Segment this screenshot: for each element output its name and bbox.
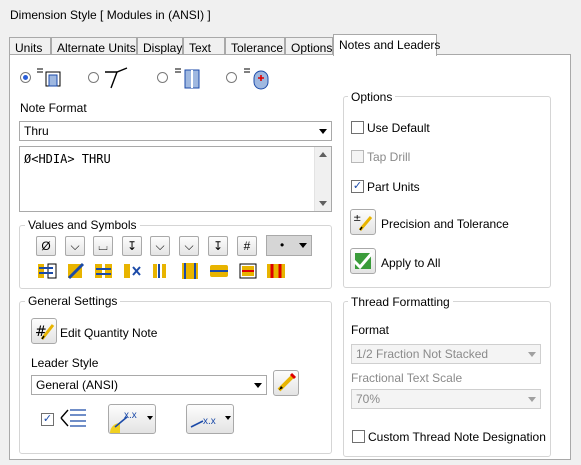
tab-options[interactable]: Options xyxy=(285,37,333,55)
edit-quantity-note-label: Edit Quantity Note xyxy=(60,326,158,340)
part-units-label: Part Units xyxy=(367,180,420,194)
use-default-checkbox[interactable] xyxy=(351,121,364,134)
value-icon-2[interactable] xyxy=(65,260,87,282)
arrowhead-style-button-2[interactable]: x.x xyxy=(186,404,234,434)
radio-hole-section[interactable] xyxy=(157,72,168,83)
note-format-text[interactable]: Ø<HDIA> THRU xyxy=(19,146,332,212)
edit-note-icon: # xyxy=(35,324,55,340)
value-icon-1[interactable] xyxy=(36,260,58,282)
symbol-dropdown[interactable]: • xyxy=(266,235,312,256)
hash-symbol-button[interactable]: # xyxy=(237,236,257,256)
arrowhead-label-2: x.x xyxy=(203,416,216,427)
note-format-value: Thru xyxy=(24,124,49,138)
svg-text:±: ± xyxy=(353,213,361,224)
leader-style-value: General (ANSI) xyxy=(36,378,119,392)
countersink-symbol-button[interactable]: ⌵ xyxy=(65,236,85,256)
counterbore-symbol-button[interactable]: ⌴ xyxy=(93,236,113,256)
simple-hole-icon xyxy=(37,68,61,87)
apply-to-all-button[interactable] xyxy=(350,248,376,274)
leader-style-label: Leader Style xyxy=(31,356,99,370)
chevron-down-icon xyxy=(528,397,536,402)
tab-text[interactable]: Text xyxy=(183,37,225,55)
fractional-text-scale-label: Fractional Text Scale xyxy=(351,371,463,385)
thread-depth-symbol-button[interactable]: ↧ xyxy=(208,236,228,256)
precision-tolerance-button[interactable]: ± xyxy=(350,209,376,235)
value-icon-7[interactable] xyxy=(208,260,230,282)
fractional-scale-select[interactable]: 70% xyxy=(351,389,541,409)
arrowhead-icon: x.x xyxy=(110,410,153,433)
section-hole-icon xyxy=(175,68,200,89)
leader-style-select[interactable]: General (ANSI) xyxy=(31,375,267,395)
custom-thread-checkbox[interactable] xyxy=(352,430,365,443)
thread-format-select[interactable]: 1/2 Fraction Not Stacked xyxy=(351,344,541,364)
radio-hole-simple[interactable] xyxy=(20,72,31,83)
value-icon-8[interactable] xyxy=(237,260,259,282)
leader-checkbox[interactable]: ✓ xyxy=(41,413,54,426)
tab-notes-and-leaders[interactable]: Notes and Leaders xyxy=(333,34,440,56)
window-title: Dimension Style [ Modules in (ANSI) ] xyxy=(10,8,211,22)
note-format-content: Ø<HDIA> THRU xyxy=(24,152,111,166)
custom-thread-label: Custom Thread Note Designation xyxy=(368,430,546,444)
thread-format-value: 1/2 Fraction Not Stacked xyxy=(356,347,489,361)
pencil-icon xyxy=(277,372,297,392)
note-format-label: Note Format xyxy=(20,101,87,115)
tap-drill-checkbox[interactable] xyxy=(351,150,364,163)
note-format-scrollbar[interactable] xyxy=(314,147,331,211)
precision-tolerance-label: Precision and Tolerance xyxy=(381,217,509,231)
arrowhead-icon: x.x xyxy=(190,416,231,428)
chevron-down-icon xyxy=(528,352,536,357)
spotface-symbol-button[interactable]: ⌵ xyxy=(150,236,170,256)
value-icon-5[interactable] xyxy=(150,260,172,282)
tapered-symbol-button[interactable]: ⌵ xyxy=(179,236,199,256)
note-format-select[interactable]: Thru xyxy=(19,121,332,141)
thread-formatting-title: Thread Formatting xyxy=(348,295,453,309)
tab-display[interactable]: Display xyxy=(137,37,183,55)
format-label: Format xyxy=(351,323,390,337)
arrowhead-style-button-1[interactable]: x.x xyxy=(108,404,156,434)
value-icon-6[interactable] xyxy=(179,260,201,282)
diameter-symbol-button[interactable]: Ø xyxy=(36,236,56,256)
arrowhead-label-1: x.x xyxy=(124,410,137,421)
edit-leader-style-button[interactable] xyxy=(273,370,299,396)
radio-hole-leader[interactable] xyxy=(88,72,99,83)
apply-to-all-label: Apply to All xyxy=(381,256,441,270)
scroll-down-icon xyxy=(319,201,327,206)
value-icon-9[interactable] xyxy=(265,260,287,282)
fractional-scale-value: 70% xyxy=(356,392,381,406)
tap-drill-label: Tap Drill xyxy=(367,150,411,164)
tab-tolerance[interactable]: Tolerance xyxy=(225,37,285,55)
scroll-up-icon xyxy=(319,152,327,157)
precision-icon: ± xyxy=(353,213,373,231)
depth-symbol-button[interactable]: ↧ xyxy=(122,236,142,256)
leader-lines-icon xyxy=(60,409,86,427)
chevron-down-icon xyxy=(319,129,327,134)
apply-all-icon xyxy=(352,252,374,270)
value-icon-4[interactable] xyxy=(122,260,144,282)
radio-hole-custom[interactable] xyxy=(226,72,237,83)
use-default-label: Use Default xyxy=(367,121,430,135)
part-units-checkbox[interactable]: ✓ xyxy=(351,180,364,193)
symbol-dropdown-value: • xyxy=(280,238,285,252)
custom-hole-icon xyxy=(244,68,269,90)
edit-quantity-note-button[interactable]: # xyxy=(31,318,57,344)
chevron-down-icon xyxy=(254,383,262,388)
value-icon-3[interactable] xyxy=(93,260,115,282)
chevron-down-icon xyxy=(299,243,307,248)
tab-units[interactable]: Units xyxy=(9,37,51,55)
leader-hole-icon xyxy=(105,67,128,89)
values-symbols-title: Values and Symbols xyxy=(25,218,140,232)
tab-alternate-units[interactable]: Alternate Units xyxy=(51,37,137,55)
options-title: Options xyxy=(348,90,396,104)
general-settings-title: General Settings xyxy=(25,294,121,308)
